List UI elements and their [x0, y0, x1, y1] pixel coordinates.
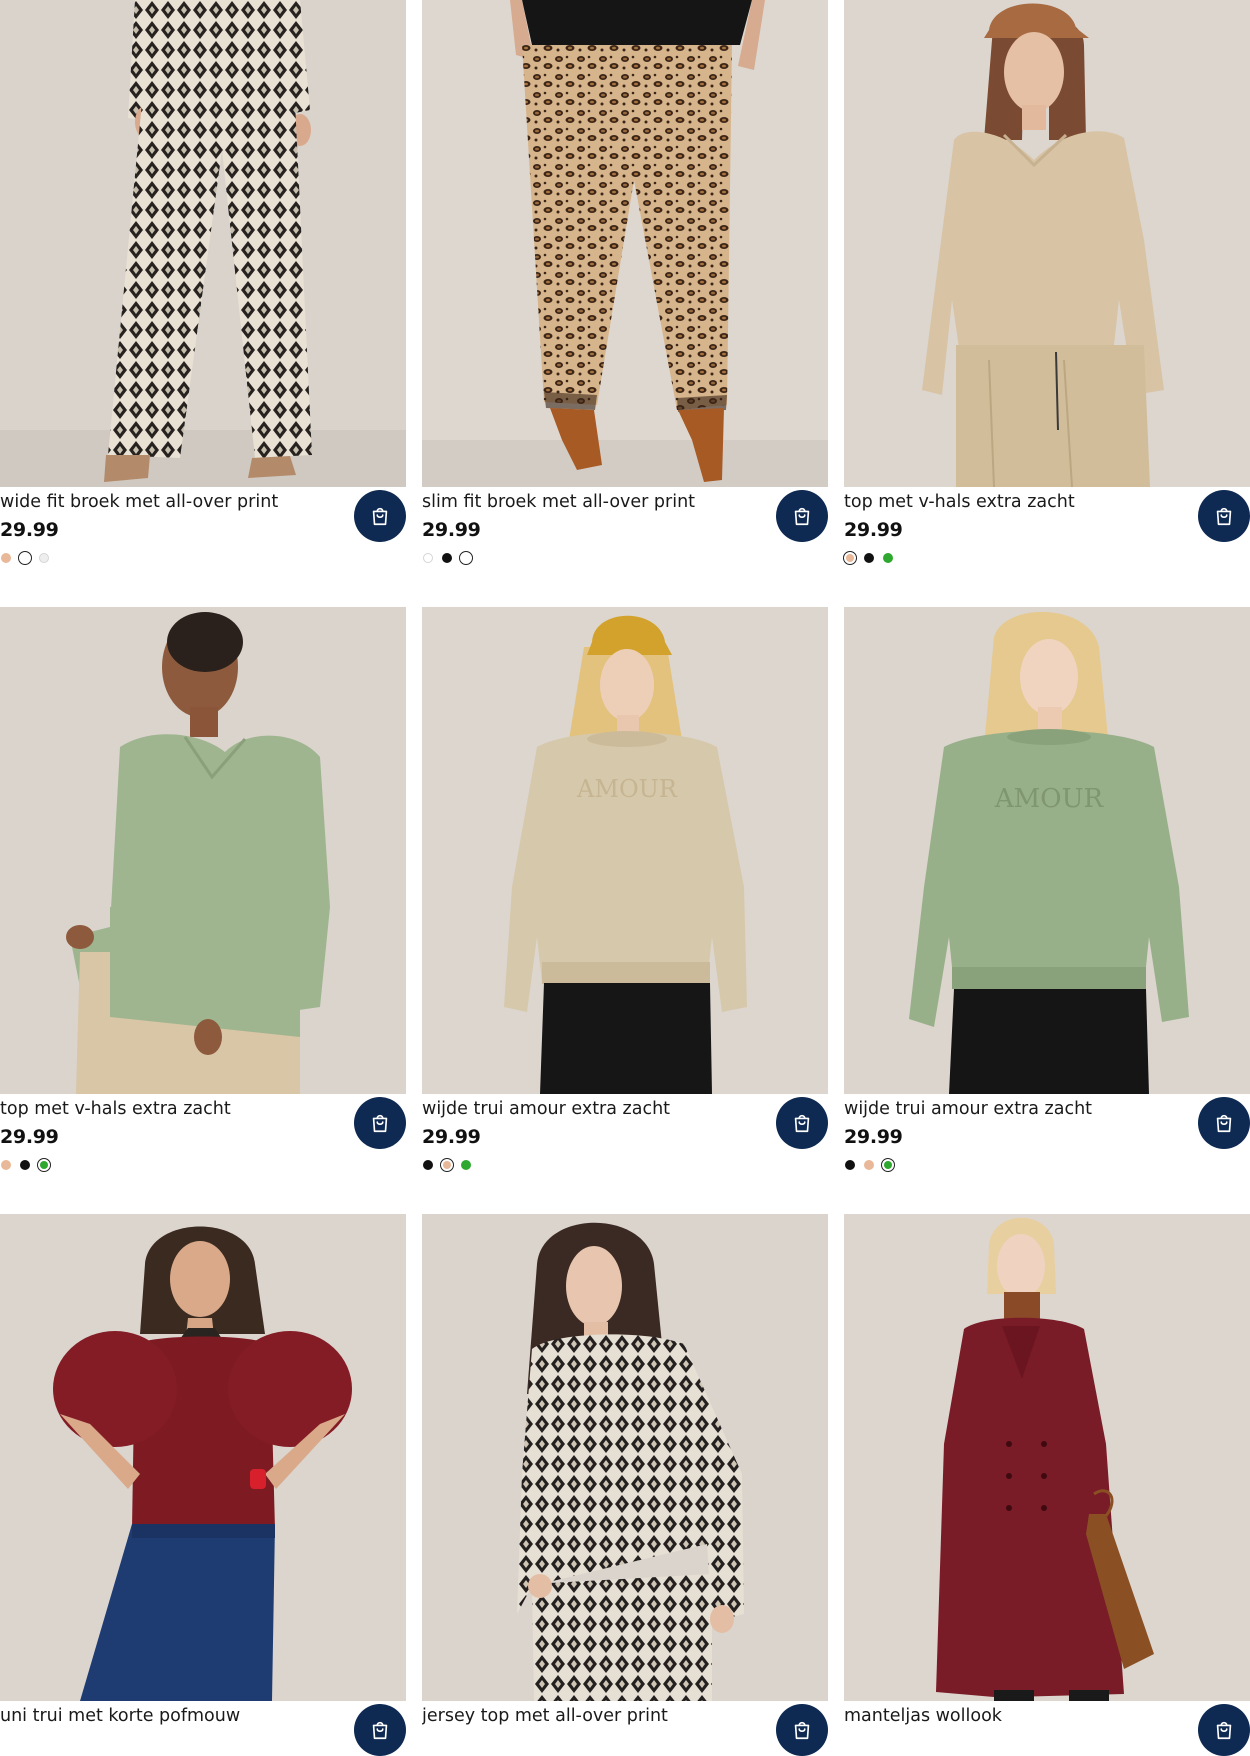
add-to-cart-button[interactable] [354, 1097, 406, 1149]
product-price: 29.99 [422, 519, 481, 541]
shopping-bag-icon [794, 1721, 810, 1740]
color-swatch-white[interactable] [423, 553, 433, 563]
product-photo: AMOUR [422, 607, 828, 1094]
product-image[interactable] [422, 0, 828, 487]
color-swatches [423, 551, 480, 565]
color-swatch-green[interactable] [881, 1158, 895, 1172]
product-price: 29.99 [0, 1126, 59, 1148]
color-swatches [1, 1158, 58, 1172]
shopping-bag-icon [1216, 507, 1232, 526]
shopping-bag-icon [372, 1721, 388, 1740]
color-swatch-white[interactable] [18, 551, 32, 565]
color-swatch-peach[interactable] [440, 1158, 454, 1172]
product-price: 29.99 [422, 1126, 481, 1148]
color-swatch-green[interactable] [883, 553, 893, 563]
shopping-bag-icon [794, 507, 810, 526]
color-swatch-white[interactable] [459, 551, 473, 565]
product-title[interactable]: wijde trui amour extra zacht [844, 1098, 1194, 1120]
color-swatch-green[interactable] [461, 1160, 471, 1170]
product-image[interactable] [0, 1214, 406, 1701]
product-title[interactable]: slim fit broek met all-over print [422, 491, 772, 513]
shopping-bag-icon [372, 507, 388, 526]
product-photo [0, 607, 406, 1094]
color-swatch-lightgrey[interactable] [39, 553, 49, 563]
product-title[interactable]: top met v-hals extra zacht [844, 491, 1194, 513]
product-photo [0, 1214, 406, 1701]
product-title[interactable]: top met v-hals extra zacht [0, 1098, 350, 1120]
add-to-cart-button[interactable] [1198, 1704, 1250, 1756]
add-to-cart-button[interactable] [1198, 1097, 1250, 1149]
product-price: 29.99 [0, 519, 59, 541]
color-swatch-peach[interactable] [843, 551, 857, 565]
color-swatches [843, 551, 902, 565]
product-title[interactable]: wide fit broek met all-over print [0, 491, 350, 513]
color-swatch-black[interactable] [423, 1160, 433, 1170]
color-swatch-black[interactable] [845, 1160, 855, 1170]
product-image[interactable] [0, 607, 406, 1094]
product-image[interactable] [844, 0, 1250, 487]
shopping-bag-icon [1216, 1721, 1232, 1740]
shopping-bag-icon [794, 1114, 810, 1133]
product-photo [0, 0, 406, 487]
color-swatches [1, 551, 58, 565]
product-image[interactable] [844, 1214, 1250, 1701]
product-image[interactable] [422, 1214, 828, 1701]
product-title[interactable]: wijde trui amour extra zacht [422, 1098, 772, 1120]
svg-text:AMOUR: AMOUR [994, 784, 1105, 814]
add-to-cart-button[interactable] [354, 1704, 406, 1756]
shopping-bag-icon [372, 1114, 388, 1133]
product-image[interactable]: AMOUR [844, 607, 1250, 1094]
color-swatch-black[interactable] [20, 1160, 30, 1170]
add-to-cart-button[interactable] [354, 490, 406, 542]
color-swatch-green[interactable] [37, 1158, 51, 1172]
product-photo [422, 0, 828, 487]
shopping-bag-icon [1216, 1114, 1232, 1133]
product-photo [844, 0, 1250, 487]
product-photo [422, 1214, 828, 1701]
add-to-cart-button[interactable] [1198, 490, 1250, 542]
svg-text:AMOUR: AMOUR [576, 775, 678, 803]
add-to-cart-button[interactable] [776, 1097, 828, 1149]
color-swatch-peach[interactable] [1, 1160, 11, 1170]
product-photo [844, 1214, 1250, 1701]
product-photo: AMOUR [844, 607, 1250, 1094]
color-swatches [845, 1158, 902, 1172]
color-swatch-peach[interactable] [1, 553, 11, 563]
color-swatch-black[interactable] [864, 553, 874, 563]
add-to-cart-button[interactable] [776, 1704, 828, 1756]
color-swatch-black[interactable] [442, 553, 452, 563]
add-to-cart-button[interactable] [776, 490, 828, 542]
product-image[interactable] [0, 0, 406, 487]
product-price: 29.99 [844, 519, 903, 541]
product-price: 29.99 [844, 1126, 903, 1148]
color-swatches [423, 1158, 480, 1172]
color-swatch-peach[interactable] [864, 1160, 874, 1170]
product-image[interactable]: AMOUR [422, 607, 828, 1094]
